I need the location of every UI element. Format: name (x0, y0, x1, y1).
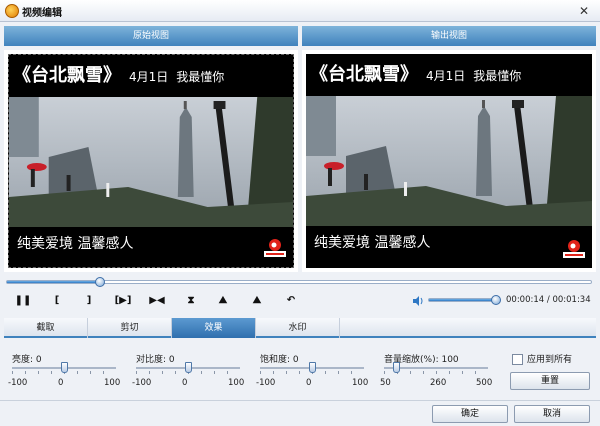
seek-thumb[interactable] (95, 277, 106, 287)
caption-date: 4月1日 (426, 69, 466, 83)
next-frame-button[interactable]: ▶◀ (148, 293, 166, 309)
output-view: 《台北飘雪》 4月1日 我最懂你 纯美爱境 温馨感人 (302, 50, 596, 272)
video-scene (9, 97, 293, 227)
caption-sub: 我最懂你 (176, 70, 225, 84)
brightness-min: -100 (8, 378, 28, 388)
tab-trim[interactable]: 截取 (4, 318, 88, 338)
title-bar: 视频编辑 ✕ (0, 0, 600, 22)
saturation-label: 饱和度: 0 (260, 355, 299, 365)
apply-to-all-checkbox[interactable]: 应用到所有 (512, 352, 572, 365)
dialog-footer: 确定 取消 (0, 400, 600, 426)
playback-controls: ❚❚ [] [▶] ▶◀ ⧗ ⛰ ⛰ ↶ 00:00:14 / 00:01:34 (0, 290, 600, 312)
sina-logo-icon (563, 240, 585, 258)
sina-logo-icon (264, 239, 286, 257)
contrast-max: 100 (228, 378, 245, 388)
reset-button[interactable]: 重置 (510, 372, 590, 390)
saturation-min: -100 (256, 378, 276, 388)
volume-thumb[interactable] (490, 295, 501, 305)
volume-level (429, 299, 496, 301)
top-caption: 《台北飘雪》 4月1日 我最懂你 (9, 61, 293, 87)
brightness-max: 100 (104, 378, 121, 388)
saturation-mid: 0 (306, 378, 312, 388)
caption-title: 《台北飘雪》 (310, 64, 418, 85)
flip-vertical-button[interactable]: ⧗ (182, 293, 200, 309)
app-icon (5, 4, 19, 18)
video-scene (306, 96, 592, 226)
effects-panel: 亮度: 0 -100 0 100 对比度: 0 -100 0 100 饱和度: … (4, 340, 596, 398)
brightness-label: 亮度: 0 (12, 355, 42, 365)
pause-button[interactable]: ❚❚ (14, 293, 32, 309)
saturation-thumb[interactable] (309, 362, 316, 373)
output-video-preview: 《台北飘雪》 4月1日 我最懂你 纯美爱境 温馨感人 (306, 54, 592, 268)
output-view-header: 输出视图 (302, 26, 596, 46)
contrast-label: 对比度: 0 (136, 355, 175, 365)
bottom-caption: 纯美爱境 温馨感人 (314, 235, 431, 251)
brightness-thumb[interactable] (61, 362, 68, 373)
caption-title: 《台北飘雪》 (13, 65, 121, 86)
close-button[interactable]: ✕ (576, 3, 592, 19)
rotate-button[interactable]: ⛰ (248, 293, 266, 309)
brightness-mid: 0 (58, 378, 64, 388)
caption-date: 4月1日 (129, 70, 169, 84)
window-title: 视频编辑 (22, 8, 62, 19)
tab-watermark[interactable]: 水印 (256, 318, 340, 338)
seek-bar[interactable] (0, 275, 600, 289)
brightness-control: 亮度: 0 -100 0 100 (4, 340, 124, 398)
volume-scale-mid: 260 (430, 378, 447, 388)
seek-progress (7, 281, 101, 283)
volume-scale-ticks (384, 371, 488, 374)
original-view: 《台北飘雪》 4月1日 我最懂你 纯美爱境 温馨感人 (4, 50, 298, 272)
edit-tabs: 截取 剪切 效果 水印 (4, 318, 596, 338)
volume-scale-track[interactable] (384, 367, 488, 369)
saturation-max: 100 (352, 378, 369, 388)
volume-icon[interactable] (412, 295, 424, 307)
contrast-control: 对比度: 0 -100 0 100 (128, 340, 248, 398)
mark-in-button[interactable]: [ (48, 293, 66, 309)
caption-sub: 我最懂你 (473, 69, 522, 83)
volume-scale-max: 500 (476, 378, 493, 388)
time-display: 00:00:14 / 00:01:34 (506, 295, 591, 305)
ok-button[interactable]: 确定 (432, 405, 508, 423)
mirror-button[interactable]: ⛰ (214, 293, 232, 309)
original-video-preview[interactable]: 《台北飘雪》 4月1日 我最懂你 纯美爱境 温馨感人 (8, 54, 294, 268)
contrast-min: -100 (132, 378, 152, 388)
volume-slider[interactable] (428, 295, 501, 305)
volume-scale-control: 音量缩放(%): 100 50 260 500 (376, 340, 496, 398)
seek-track[interactable] (6, 277, 592, 287)
bottom-caption: 纯美爱境 温馨感人 (17, 236, 134, 252)
checkbox-box[interactable] (512, 354, 523, 365)
apply-to-all-label: 应用到所有 (527, 355, 573, 365)
original-view-header: 原始视图 (4, 26, 298, 46)
cancel-button[interactable]: 取消 (514, 405, 590, 423)
volume-scale-min: 50 (380, 378, 391, 388)
volume-scale-thumb[interactable] (392, 362, 400, 373)
contrast-mid: 0 (182, 378, 188, 388)
mark-out-button[interactable]: ] (80, 293, 98, 309)
play-selection-button[interactable]: [▶] (114, 293, 132, 309)
tab-cut[interactable]: 剪切 (88, 318, 172, 338)
contrast-thumb[interactable] (185, 362, 192, 373)
saturation-control: 饱和度: 0 -100 0 100 (252, 340, 372, 398)
undo-button[interactable]: ↶ (282, 293, 300, 309)
top-caption: 《台北飘雪》 4月1日 我最懂你 (306, 60, 592, 86)
tab-effects[interactable]: 效果 (172, 318, 256, 338)
